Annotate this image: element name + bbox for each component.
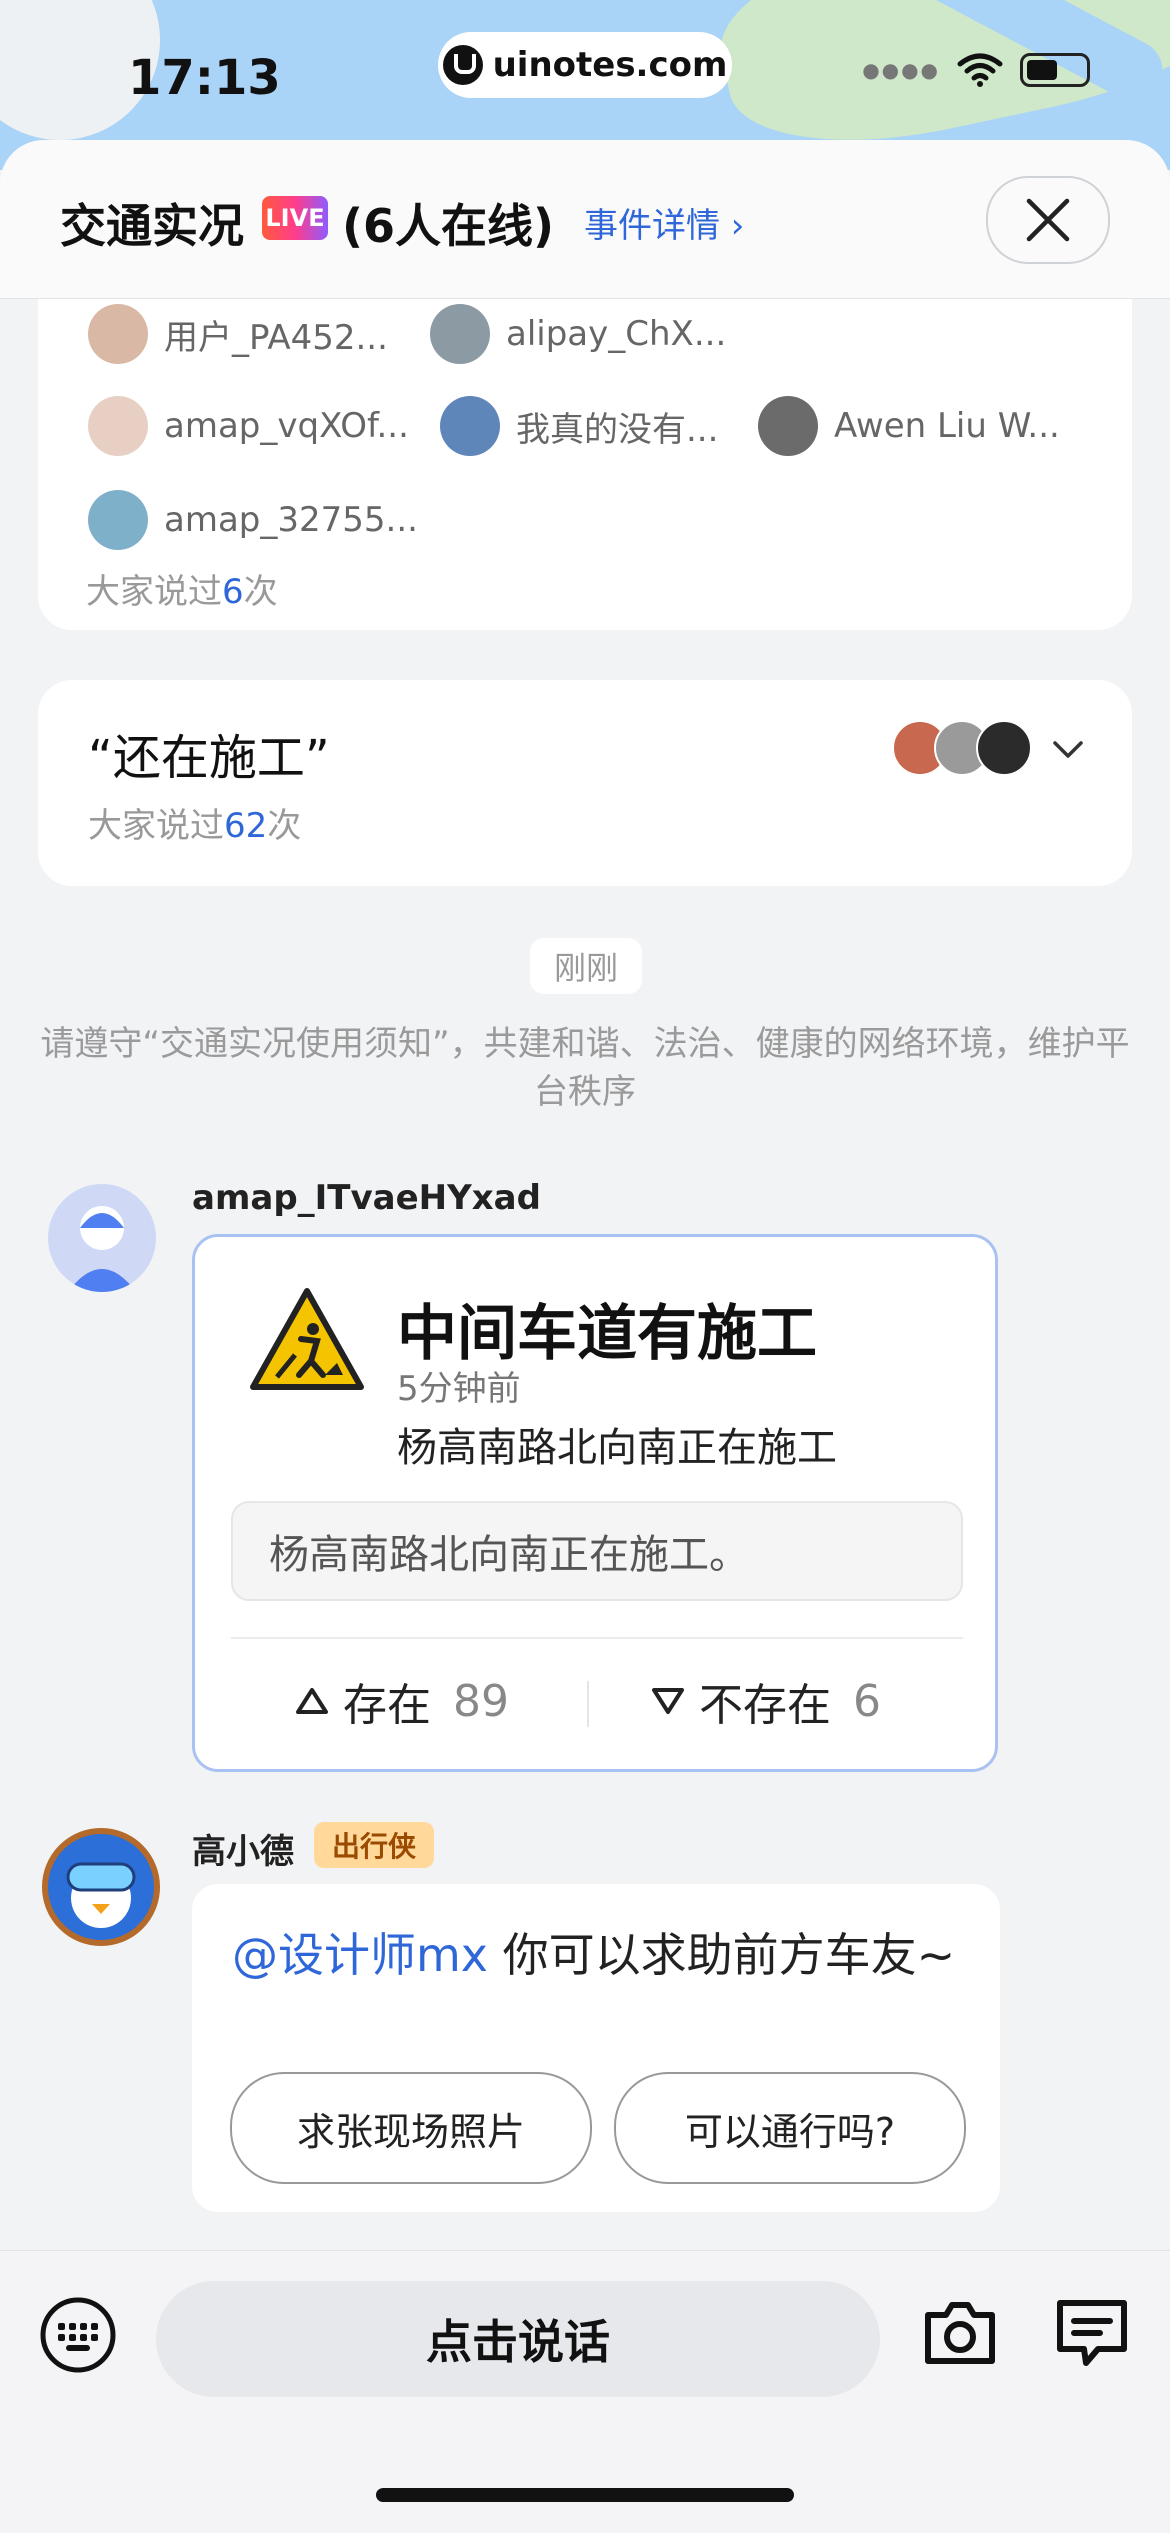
avatar [430,304,490,364]
user-chip[interactable]: amap_32755... [88,490,418,550]
chevron-down-icon[interactable] [1052,740,1084,760]
user-name: amap_32755... [164,500,418,540]
user-chip[interactable]: Awen Liu W... [758,396,1060,456]
user-chip[interactable]: 我真的没有... [440,396,718,456]
status-icons: ●●●● [862,52,1090,88]
report-description: 杨高南路北向南正在施工 [397,1425,837,1471]
assistant-message: @设计师mx 你可以求助前方车友~ 求张现场照片 可以通行吗? [192,1884,1000,2212]
community-notice: 请遵守“交通实况使用须知”，共建和谐、法治、健康的网络环境，维护平台秩序 [40,1024,1130,1112]
quick-reply-button[interactable]: 求张现场照片 [230,2072,592,2184]
report-title: 中间车道有施工 [397,1299,817,1369]
triangle-up-icon [296,1688,328,1714]
site-logo-icon [442,45,483,85]
user-name: Awen Liu W... [834,406,1060,446]
avatar [758,396,818,456]
avatar [88,490,148,550]
triangle-down-icon [652,1688,684,1714]
quote-title: “还在施工” [88,730,330,786]
online-count: (6人在线) [342,199,555,253]
wifi-icon [957,53,1003,87]
timestamp-chip: 刚刚 [530,938,642,994]
construction-warning-icon [250,1288,364,1390]
keyboard-icon[interactable] [38,2295,118,2375]
message-author: amap_ITvaeHYxad [192,1178,541,1218]
report-time: 5分钟前 [397,1369,521,1409]
penguin-mascot-icon [66,1862,136,1928]
quick-reply-button[interactable]: 可以通行吗? [614,2072,966,2184]
author-badge: 出行侠 [314,1822,434,1868]
divider [231,1637,963,1639]
live-badge: LIVE [262,196,328,240]
push-to-talk-button[interactable]: 点击说话 [156,2281,880,2397]
report-detail: 杨高南路北向南正在施工。 [231,1501,963,1601]
home-indicator [376,2488,794,2502]
said-count: 大家说过62次 [88,806,302,846]
event-details-link[interactable]: 事件详情 › [584,198,744,247]
message-text: @设计师mx 你可以求助前方车友~ [232,1928,956,1982]
avatar [88,304,148,364]
close-button[interactable] [986,176,1110,264]
user-name: 我真的没有... [516,409,719,450]
incident-report-card[interactable]: 中间车道有施工 5分钟前 杨高南路北向南正在施工 杨高南路北向南正在施工。 存在… [192,1234,998,1772]
default-user-icon [68,1206,136,1292]
divider [587,1681,589,1727]
close-icon [1026,198,1070,242]
message-author: 高小德 [192,1832,294,1872]
user-name: alipay_ChX... [506,314,727,354]
user-chip[interactable]: alipay_ChX... [430,304,726,364]
sheet-title: 交通实况 [60,199,244,253]
mention-link[interactable]: @设计师mx [232,1928,488,1982]
url-pill[interactable]: uinotes.com [438,32,732,98]
avatar[interactable] [48,1184,156,1292]
said-count: 大家说过6次 [86,572,278,612]
assistant-avatar[interactable] [42,1828,160,1946]
url-text: uinotes.com [492,45,728,85]
camera-icon[interactable] [918,2291,1002,2375]
user-name: amap_vqXOf... [164,406,409,446]
traffic-live-sheet: 交通实况 LIVE (6人在线) 事件详情 › 用户_PA452... alip… [0,140,1170,2532]
avatar [976,720,1032,776]
sheet-header: 交通实况 LIVE (6人在线) 事件详情 › [0,140,1170,299]
message-icon[interactable] [1050,2291,1134,2375]
status-time: 17:13 [128,50,281,106]
user-chip[interactable]: amap_vqXOf... [88,396,409,456]
vote-exists-button[interactable]: 存在 89 [295,1669,509,1733]
user-name: 用户_PA452... [164,317,388,358]
user-chip[interactable]: 用户_PA452... [88,304,388,364]
quote-card[interactable]: “还在施工” 大家说过62次 [38,680,1132,886]
battery-icon [1020,53,1090,87]
vote-not-exists-button[interactable]: 不存在 6 [651,1669,881,1733]
signal-icon: ●●●● [862,58,940,82]
avatar [440,396,500,456]
avatar-stack [892,720,1032,776]
avatar [88,396,148,456]
